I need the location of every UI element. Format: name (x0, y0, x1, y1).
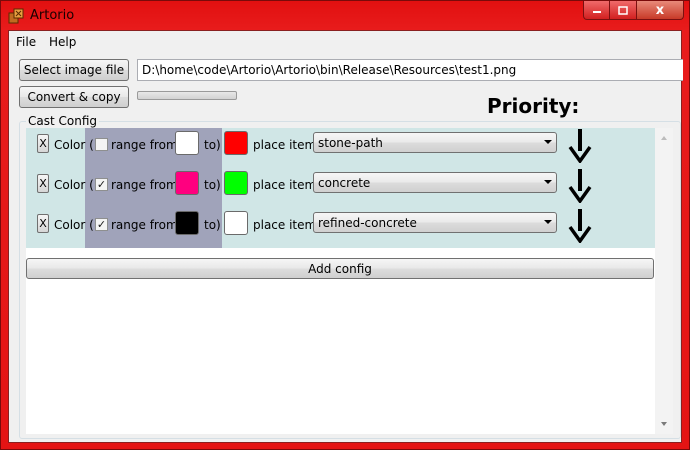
to-color-swatch[interactable] (224, 131, 248, 155)
config-scroll-area[interactable]: X Color ( range from to) place item ston… (26, 128, 673, 434)
place-item-label: place item (253, 218, 317, 232)
config-row: X Color ( range from to) place item ston… (26, 129, 655, 163)
range-from-label: range from (111, 178, 178, 192)
color-label: Color ( (54, 218, 94, 232)
range-checkbox[interactable] (95, 138, 108, 151)
priority-arrow-down-icon (568, 209, 592, 243)
range-to-label: to) (204, 138, 221, 152)
range-checkbox[interactable]: ✓ (95, 218, 108, 231)
range-checkbox[interactable]: ✓ (95, 178, 108, 191)
remove-config-button[interactable]: X (37, 134, 49, 153)
vertical-scrollbar[interactable] (655, 128, 673, 434)
priority-arrow-down-icon (568, 129, 592, 163)
from-color-swatch[interactable] (175, 211, 199, 235)
app-window: Artorio x File Help Select image file D:… (0, 0, 690, 450)
scroll-up-icon[interactable] (661, 136, 667, 140)
select-image-button[interactable]: Select image file (19, 59, 129, 81)
place-item-label: place item (253, 178, 317, 192)
app-icon (8, 8, 24, 24)
menu-bar: File Help (9, 31, 681, 52)
item-select-value: concrete (318, 176, 371, 190)
color-label: Color ( (54, 138, 94, 152)
item-select-value: stone-path (318, 136, 383, 150)
config-row: X Color ( ✓ range from to) place item co… (26, 169, 655, 203)
place-item-label: place item (253, 138, 317, 152)
add-config-button[interactable]: Add config (26, 258, 654, 279)
title-bar[interactable]: Artorio x (1, 1, 689, 29)
range-from-label: range from (111, 218, 178, 232)
to-color-swatch[interactable] (224, 211, 248, 235)
from-color-swatch[interactable] (175, 131, 199, 155)
item-select[interactable]: stone-path (313, 132, 557, 153)
priority-label: Priority: (487, 94, 580, 118)
client-area: File Help Select image file D:\home\code… (8, 30, 683, 443)
range-from-label: range from (111, 138, 178, 152)
close-icon: x (655, 2, 665, 18)
maximize-button[interactable] (610, 1, 637, 20)
item-select-value: refined-concrete (318, 216, 417, 230)
close-button[interactable]: x (637, 1, 684, 20)
config-row: X Color ( ✓ range from to) place item re… (26, 209, 655, 243)
scroll-down-icon[interactable] (661, 422, 667, 426)
progress-bar (137, 91, 237, 100)
range-to-label: to) (204, 218, 221, 232)
dropdown-arrow-icon (544, 220, 552, 224)
remove-config-button[interactable]: X (37, 174, 49, 193)
to-color-swatch[interactable] (224, 171, 248, 195)
priority-arrow-down-icon (568, 169, 592, 203)
cast-config-group: Cast Config X Color ( range from to) pla… (19, 114, 681, 439)
minimize-button[interactable] (583, 1, 610, 20)
minimize-icon (592, 11, 601, 13)
dropdown-arrow-icon (544, 180, 552, 184)
dropdown-arrow-icon (544, 140, 552, 144)
item-select[interactable]: concrete (313, 172, 557, 193)
maximize-icon (618, 5, 628, 15)
remove-config-button[interactable]: X (37, 214, 49, 233)
menu-help[interactable]: Help (49, 35, 76, 49)
menu-file[interactable]: File (16, 35, 36, 49)
cast-config-title: Cast Config (26, 114, 100, 128)
image-path-field[interactable]: D:\home\code\Artorio\Artorio\bin\Release… (137, 59, 683, 81)
color-label: Color ( (54, 178, 94, 192)
from-color-swatch[interactable] (175, 171, 199, 195)
range-to-label: to) (204, 178, 221, 192)
convert-copy-button[interactable]: Convert & copy (19, 86, 129, 108)
window-title: Artorio (30, 8, 75, 23)
item-select[interactable]: refined-concrete (313, 212, 557, 233)
